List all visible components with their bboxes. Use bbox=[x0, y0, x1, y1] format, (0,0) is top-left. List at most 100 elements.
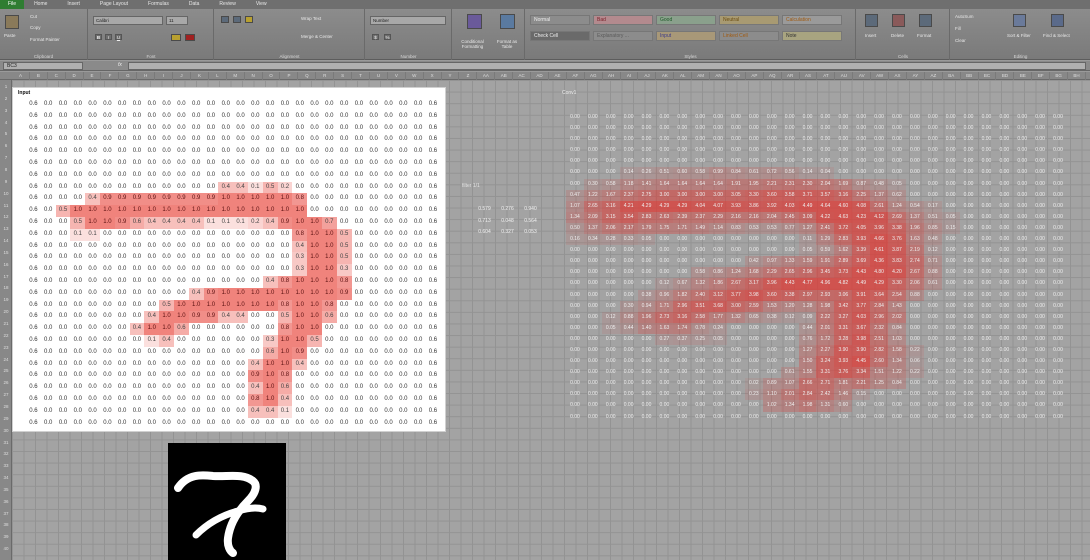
input-cell[interactable]: 0.0 bbox=[292, 99, 307, 111]
input-cell[interactable]: 0.0 bbox=[115, 418, 130, 430]
input-cell[interactable]: 0.6 bbox=[426, 252, 441, 264]
input-cell[interactable]: 0.4 bbox=[247, 405, 263, 418]
input-cell[interactable]: 0.0 bbox=[159, 134, 174, 146]
conv-cell[interactable]: 0.00 bbox=[870, 112, 888, 123]
conv-cell[interactable]: 2.37 bbox=[691, 211, 710, 223]
conv-cell[interactable]: 0.00 bbox=[995, 400, 1013, 411]
conv-cell[interactable]: 3.77 bbox=[852, 300, 871, 312]
conv-cell[interactable]: 0.00 bbox=[727, 156, 745, 167]
input-cell[interactable]: 0.0 bbox=[174, 146, 189, 158]
input-cell[interactable]: 0.0 bbox=[174, 170, 189, 182]
column-header-l[interactable]: L bbox=[209, 72, 227, 80]
input-cell[interactable]: 0.0 bbox=[292, 394, 307, 406]
input-cell[interactable]: 0.0 bbox=[41, 382, 56, 394]
conv-cell[interactable]: 0.00 bbox=[620, 245, 638, 256]
input-cell[interactable]: 0.9 bbox=[144, 193, 160, 206]
input-cell[interactable]: 0.0 bbox=[159, 359, 174, 371]
input-cell[interactable]: 0.6 bbox=[129, 216, 145, 229]
conv-cell[interactable]: 0.00 bbox=[924, 123, 942, 134]
conv-cell[interactable]: 0.00 bbox=[566, 112, 584, 123]
conv-cell[interactable]: 4.23 bbox=[852, 211, 871, 223]
input-cell[interactable]: 0.0 bbox=[352, 300, 367, 312]
conv-cell[interactable]: 2.06 bbox=[905, 278, 924, 290]
conv-cell[interactable]: 0.00 bbox=[763, 145, 781, 156]
input-cell[interactable]: 0.0 bbox=[56, 288, 71, 300]
column-header-au[interactable]: AU bbox=[835, 72, 854, 80]
conv-cell[interactable]: 1.96 bbox=[637, 311, 656, 323]
input-cell[interactable]: 0.6 bbox=[26, 158, 41, 170]
input-cell[interactable]: 0.6 bbox=[426, 123, 441, 135]
input-cell[interactable]: 0.6 bbox=[426, 382, 441, 394]
tab-insert[interactable]: Insert bbox=[57, 0, 90, 9]
conv-cell[interactable]: 0.00 bbox=[1049, 389, 1067, 400]
input-cell[interactable]: 0.0 bbox=[204, 370, 219, 382]
input-cell[interactable]: 0.2 bbox=[247, 216, 263, 229]
row-header[interactable]: 18 bbox=[0, 285, 12, 290]
input-cell[interactable]: 0.0 bbox=[189, 99, 204, 111]
input-cell[interactable]: 0.0 bbox=[307, 347, 322, 359]
input-cell[interactable]: 0.0 bbox=[56, 370, 71, 382]
column-header-ac[interactable]: AC bbox=[513, 72, 532, 80]
input-cell[interactable]: 0.0 bbox=[396, 123, 411, 135]
conv-cell[interactable]: 0.53 bbox=[744, 222, 763, 235]
conv-cell[interactable]: 0.00 bbox=[1013, 190, 1031, 201]
input-cell[interactable]: 0.0 bbox=[204, 323, 219, 335]
conv-cell[interactable]: 0.00 bbox=[1031, 312, 1049, 323]
row-header[interactable]: 13 bbox=[0, 226, 12, 231]
input-cell[interactable]: 0.0 bbox=[85, 123, 100, 135]
input-cell[interactable]: 0.0 bbox=[307, 406, 322, 418]
conv-cell[interactable]: 3.73 bbox=[834, 267, 853, 279]
input-cell[interactable]: 0.4 bbox=[188, 287, 204, 300]
input-cell[interactable]: 0.0 bbox=[263, 158, 278, 170]
conv-cell[interactable]: 0.15 bbox=[852, 389, 871, 401]
number-format-select[interactable]: Number bbox=[370, 16, 446, 25]
conv-cell[interactable]: 0.00 bbox=[888, 412, 906, 423]
conv-cell[interactable]: 0.00 bbox=[691, 389, 709, 400]
input-cell[interactable]: 1.0 bbox=[203, 205, 219, 217]
conv-cell[interactable]: 0.00 bbox=[727, 134, 745, 145]
conv-cell[interactable]: 0.00 bbox=[602, 334, 620, 345]
conv-cell[interactable]: 0.00 bbox=[906, 389, 924, 400]
input-cell[interactable]: 0.0 bbox=[352, 276, 367, 288]
conv-cell[interactable]: 0.00 bbox=[620, 278, 638, 289]
input-cell[interactable]: 0.0 bbox=[115, 276, 130, 288]
conv-cell[interactable]: 0.00 bbox=[1049, 167, 1067, 178]
conv-cell[interactable]: 0.00 bbox=[620, 156, 638, 167]
input-cell[interactable]: 0.0 bbox=[115, 323, 130, 335]
conv-cell[interactable]: 1.37 bbox=[583, 222, 602, 235]
conv-cell[interactable]: 2.84 bbox=[798, 389, 817, 401]
conv-cell[interactable]: 0.00 bbox=[638, 278, 656, 289]
conv-cell[interactable]: 0.00 bbox=[602, 245, 620, 256]
input-cell[interactable]: 0.0 bbox=[233, 323, 248, 335]
input-cell[interactable]: 0.4 bbox=[85, 193, 100, 206]
align-top-icon[interactable] bbox=[221, 16, 229, 23]
conv-cell[interactable]: 0.97 bbox=[762, 256, 781, 268]
input-cell[interactable]: 1.0 bbox=[173, 205, 189, 217]
conv-cell[interactable]: 0.00 bbox=[1031, 301, 1049, 312]
input-cell[interactable]: 0.0 bbox=[41, 134, 56, 146]
input-cell[interactable]: 0.6 bbox=[426, 323, 441, 335]
input-cell[interactable]: 0.0 bbox=[56, 323, 71, 335]
conv-cell[interactable]: 0.00 bbox=[816, 134, 834, 145]
conv-cell[interactable]: 0.00 bbox=[924, 290, 942, 301]
input-cell[interactable]: 0.0 bbox=[159, 252, 174, 264]
input-cell[interactable]: 1.0 bbox=[307, 216, 322, 229]
input-cell[interactable]: 0.0 bbox=[189, 406, 204, 418]
conv-cell[interactable]: 0.00 bbox=[942, 145, 960, 156]
input-cell[interactable]: 0.0 bbox=[218, 323, 233, 335]
conv-cell[interactable]: 3.67 bbox=[852, 322, 871, 334]
input-cell[interactable]: 0.0 bbox=[130, 134, 145, 146]
conv-cell[interactable]: 0.87 bbox=[852, 178, 871, 190]
column-header-v[interactable]: V bbox=[388, 72, 406, 80]
column-header-an[interactable]: AN bbox=[710, 72, 728, 80]
conv-cell[interactable]: 1.64 bbox=[709, 178, 728, 190]
input-cell[interactable]: 0.0 bbox=[100, 252, 115, 264]
input-cell[interactable]: 1.0 bbox=[262, 287, 278, 300]
conv-cell[interactable]: 0.44 bbox=[619, 322, 638, 334]
conv-cell[interactable]: 0.00 bbox=[673, 267, 691, 278]
conv-cell[interactable]: 3.57 bbox=[816, 189, 835, 201]
conv-cell[interactable]: 0.00 bbox=[1031, 334, 1049, 345]
row-header[interactable]: 29 bbox=[0, 416, 12, 421]
input-cell[interactable]: 0.0 bbox=[115, 288, 130, 300]
input-cell[interactable]: 1.0 bbox=[247, 287, 263, 300]
